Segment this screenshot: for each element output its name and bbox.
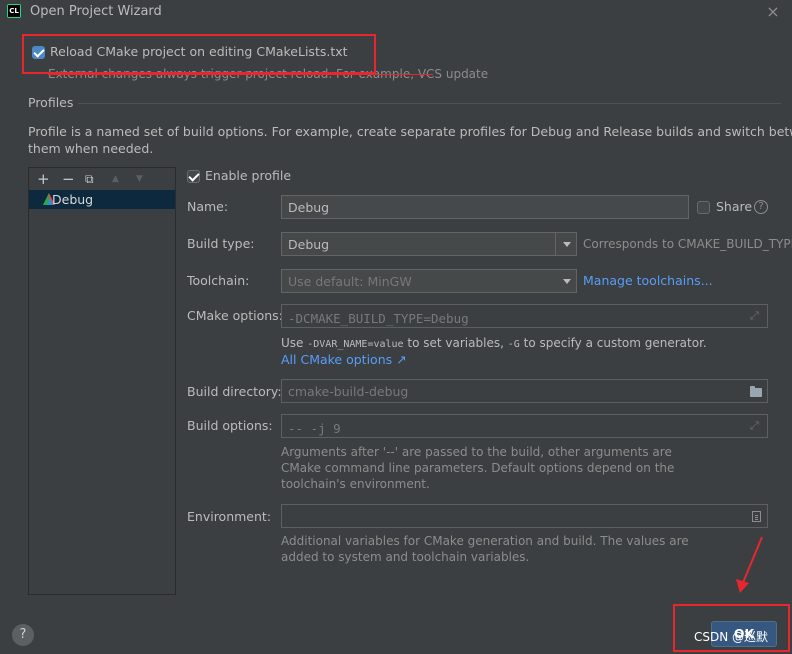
- close-icon[interactable]: ×: [766, 2, 780, 21]
- chevron-down-icon: [563, 242, 571, 247]
- expand-icon[interactable]: ⤢: [750, 309, 759, 323]
- build-type-value: Debug: [288, 237, 330, 252]
- chevron-down-icon: [563, 279, 571, 284]
- profiles-description-line2: them when needed.: [28, 141, 154, 156]
- build-directory-label: Build directory:: [187, 384, 282, 399]
- build-directory-input[interactable]: cmake-build-debug: [281, 379, 768, 403]
- remove-profile-button[interactable]: −: [62, 170, 75, 188]
- move-up-button[interactable]: ▲: [112, 174, 119, 184]
- dropdown-divider: [555, 233, 556, 255]
- build-options-input[interactable]: -- -j 9 ⤢: [281, 414, 768, 438]
- help-button[interactable]: ?: [12, 624, 34, 646]
- environment-hint-line1: Additional variables for CMake generatio…: [281, 534, 689, 548]
- profiles-section-title: Profiles: [28, 95, 74, 110]
- toolchain-label: Toolchain:: [187, 273, 250, 288]
- profiles-separator: [78, 103, 781, 104]
- profiles-description-line1: Profile is a named set of build options.…: [28, 124, 792, 139]
- profile-item-label: Debug: [52, 192, 94, 207]
- add-profile-button[interactable]: +: [37, 170, 50, 188]
- enable-profile-checkbox[interactable]: [187, 170, 200, 183]
- environment-input[interactable]: [281, 504, 768, 528]
- build-directory-value: cmake-build-debug: [288, 384, 409, 399]
- share-help-icon[interactable]: ?: [754, 200, 768, 214]
- profiles-list-panel: + − ⧉ ▲ ▼ Debug: [28, 167, 176, 595]
- all-cmake-options-link[interactable]: All CMake options ↗: [281, 352, 407, 367]
- build-type-label: Build type:: [187, 236, 255, 251]
- profile-list-item[interactable]: Debug: [29, 190, 175, 209]
- cmake-options-value: -DCMAKE_BUILD_TYPE=Debug: [288, 311, 469, 326]
- build-type-dropdown[interactable]: Debug: [281, 232, 577, 256]
- share-checkbox[interactable]: [697, 201, 710, 214]
- folder-icon[interactable]: [750, 386, 762, 397]
- move-down-button[interactable]: ▼: [136, 174, 143, 184]
- annotation-highlight-ok: [673, 604, 790, 652]
- toolchain-value: Use default: MinGW: [288, 274, 412, 289]
- annotation-highlight-reload: [22, 34, 376, 74]
- build-options-hint-line1: Arguments after '--' are passed to the b…: [281, 445, 672, 459]
- name-input-value: Debug: [288, 200, 330, 215]
- cmake-options-hint: Use -DVAR_NAME=value to set variables, -…: [281, 336, 707, 350]
- environment-label: Environment:: [187, 509, 272, 524]
- copy-profile-button[interactable]: ⧉: [85, 172, 94, 187]
- enable-profile-label: Enable profile: [205, 168, 292, 183]
- cmake-options-input[interactable]: -DCMAKE_BUILD_TYPE=Debug ⤢: [281, 304, 768, 328]
- toolchain-dropdown[interactable]: Use default: MinGW: [281, 269, 577, 293]
- name-label: Name:: [187, 199, 229, 214]
- edit-environment-icon[interactable]: [752, 511, 761, 522]
- expand-icon[interactable]: ⤢: [750, 419, 759, 433]
- profiles-list-toolbar: + − ⧉ ▲ ▼: [29, 168, 175, 191]
- annotation-arrow-icon: [736, 536, 763, 593]
- clion-app-icon: [7, 4, 21, 18]
- build-options-hint-line2: CMake command line parameters. Default o…: [281, 461, 675, 475]
- build-options-value: -- -j 9: [288, 421, 341, 436]
- environment-hint-line2: added to system and toolchain variables.: [281, 550, 530, 564]
- build-type-hint: Corresponds to CMAKE_BUILD_TYPE: [583, 237, 792, 251]
- manage-toolchains-link[interactable]: Manage toolchains...: [583, 273, 713, 288]
- cmake-options-label: CMake options:: [187, 308, 283, 323]
- annotation-strike-line: [48, 74, 433, 75]
- window-title: Open Project Wizard: [30, 4, 162, 19]
- name-input[interactable]: Debug: [281, 195, 689, 219]
- build-options-label: Build options:: [187, 418, 273, 433]
- build-options-hint-line3: toolchain's environment.: [281, 477, 430, 491]
- share-label: Share: [716, 199, 753, 214]
